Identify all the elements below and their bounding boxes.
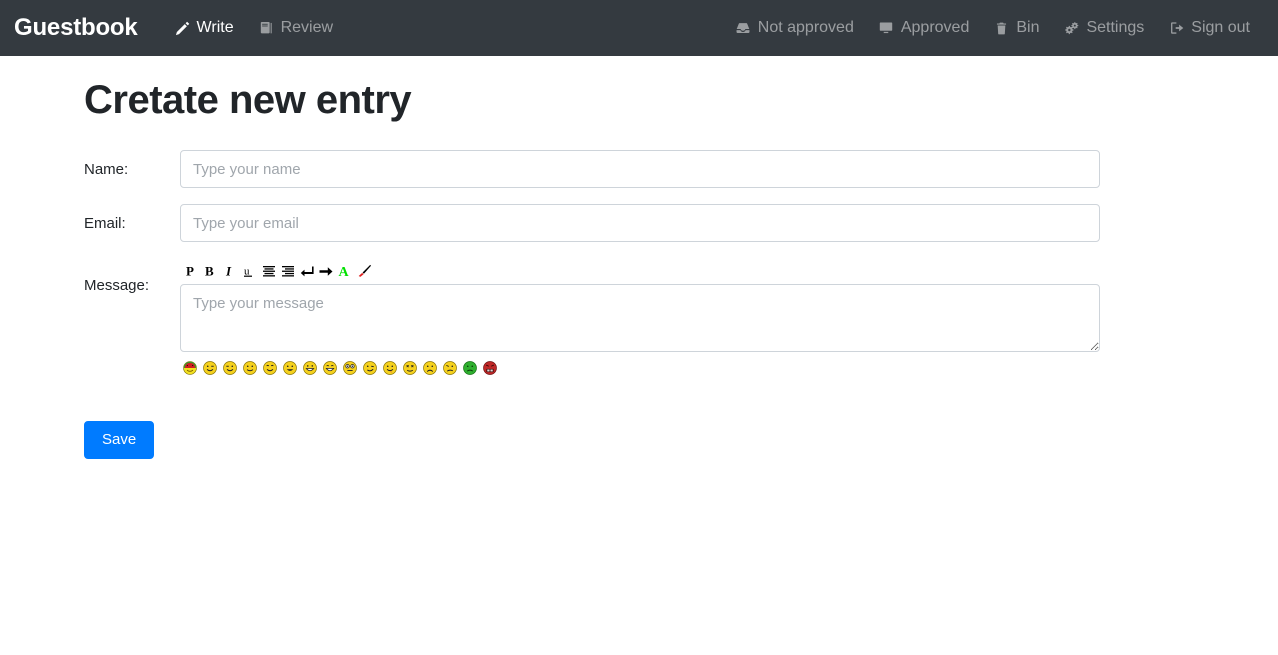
nav-item-not-approved[interactable]: Not approved	[723, 12, 866, 44]
form-row-message: Message: P B I u A Type your message	[84, 258, 1278, 375]
emoji-dizzy[interactable]	[403, 361, 417, 375]
nav-item-write[interactable]: Write	[162, 12, 246, 44]
nav-label-not-approved: Not approved	[757, 19, 854, 36]
email-input[interactable]	[180, 204, 1100, 242]
page-title: Cretate new entry	[84, 78, 412, 122]
name-label: Name:	[84, 161, 129, 178]
email-label: Email:	[84, 215, 126, 232]
emoji-happy[interactable]	[263, 361, 277, 375]
navbar-left: Guestbook Write Review	[14, 12, 345, 44]
navbar: Guestbook Write Review Not approved Appr…	[0, 0, 1278, 56]
emoji-bar	[180, 361, 1100, 375]
nav-item-review[interactable]: Review	[246, 12, 345, 44]
brand-logo[interactable]: Guestbook	[14, 16, 138, 40]
form-row-email: Email:	[84, 204, 1278, 242]
italic-icon[interactable]: I	[221, 262, 240, 280]
name-input[interactable]	[180, 150, 1100, 188]
emoji-sick-green[interactable]	[463, 361, 477, 375]
emoji-grin[interactable]	[283, 361, 297, 375]
svg-text:P: P	[186, 264, 194, 278]
svg-text:B: B	[205, 264, 214, 278]
trash-icon	[993, 20, 1010, 36]
name-field-col	[180, 150, 1100, 188]
emoji-confused[interactable]	[443, 361, 457, 375]
email-field-col	[180, 204, 1100, 242]
emoji-watermelon-smiley[interactable]	[183, 361, 197, 375]
align-right-icon[interactable]	[278, 262, 297, 280]
align-center-icon[interactable]	[259, 262, 278, 280]
emoji-smirk[interactable]	[363, 361, 377, 375]
pencil-icon	[174, 20, 191, 36]
nav-label-settings: Settings	[1086, 19, 1145, 36]
book-icon	[258, 20, 275, 36]
inbox-icon	[735, 20, 752, 36]
emoji-sad[interactable]	[423, 361, 437, 375]
nav-label-review: Review	[280, 19, 334, 36]
navbar-right: Not approved Approved Bin Settings Sign …	[723, 12, 1262, 44]
form-row-name: Name:	[84, 150, 1278, 188]
arrow-right-icon[interactable]	[316, 262, 335, 280]
paragraph-icon[interactable]: P	[183, 262, 202, 280]
nav-item-sign-out[interactable]: Sign out	[1156, 12, 1262, 44]
desktop-icon	[878, 20, 895, 36]
svg-text:A: A	[339, 265, 350, 278]
emoji-wink[interactable]	[203, 361, 217, 375]
emoji-goggle-eyes[interactable]	[343, 361, 357, 375]
emoji-smile[interactable]	[243, 361, 257, 375]
main-content: Cretate new entry Name: Email: Message:	[0, 56, 1278, 459]
nav-label-write: Write	[196, 19, 234, 36]
form-row-actions: Save	[84, 391, 1278, 459]
svg-text:I: I	[225, 264, 232, 278]
emoji-wink-left[interactable]	[223, 361, 237, 375]
nav-label-approved: Approved	[900, 19, 970, 36]
emoji-big-laugh[interactable]	[323, 361, 337, 375]
underline-icon[interactable]: u	[240, 262, 259, 280]
nav-label-bin: Bin	[1016, 19, 1040, 36]
emoji-tongue[interactable]	[383, 361, 397, 375]
message-textarea[interactable]	[180, 284, 1100, 352]
cogs-icon	[1063, 20, 1080, 36]
editor-toolbar: P B I u A	[180, 258, 1100, 280]
bold-icon[interactable]: B	[202, 262, 221, 280]
entry-form: Name: Email: Message: P	[84, 150, 1278, 459]
nav-item-settings[interactable]: Settings	[1051, 12, 1156, 44]
message-label: Message:	[84, 277, 150, 294]
paint-brush-icon[interactable]	[354, 262, 373, 280]
message-field-col: P B I u A Type your message	[180, 258, 1100, 375]
save-button[interactable]: Save	[84, 421, 155, 459]
font-color-icon[interactable]: A	[335, 262, 354, 280]
sign-out-icon	[1168, 20, 1185, 36]
nav-item-approved[interactable]: Approved	[866, 12, 982, 44]
nav-label-sign-out: Sign out	[1191, 19, 1250, 36]
line-break-icon[interactable]	[297, 262, 316, 280]
emoji-laugh[interactable]	[303, 361, 317, 375]
nav-item-bin[interactable]: Bin	[981, 12, 1051, 44]
emoji-angry-red[interactable]	[483, 361, 497, 375]
